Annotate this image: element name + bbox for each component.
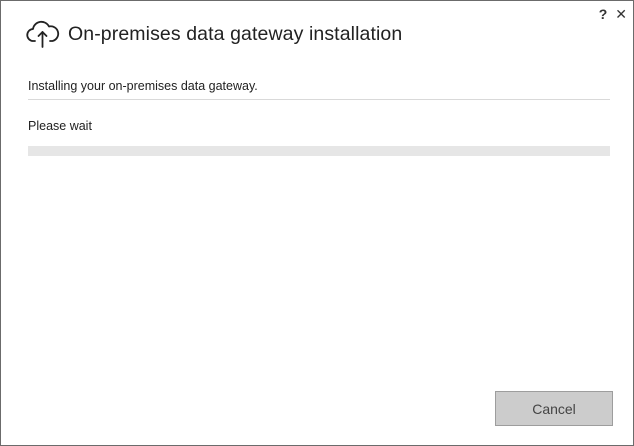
window-controls: ? ✕ [599, 6, 627, 22]
progress-bar [28, 146, 610, 156]
dialog-header: On-premises data gateway installation [26, 19, 402, 49]
cloud-upload-icon [26, 19, 60, 49]
help-button[interactable]: ? [599, 6, 608, 22]
wait-label: Please wait [28, 119, 92, 133]
divider [28, 99, 610, 100]
status-text: Installing your on-premises data gateway… [28, 79, 258, 93]
cancel-button[interactable]: Cancel [495, 391, 613, 426]
close-button[interactable]: ✕ [615, 6, 627, 22]
installer-window: ? ✕ On-premises data gateway installatio… [0, 0, 634, 446]
page-title: On-premises data gateway installation [68, 22, 403, 45]
